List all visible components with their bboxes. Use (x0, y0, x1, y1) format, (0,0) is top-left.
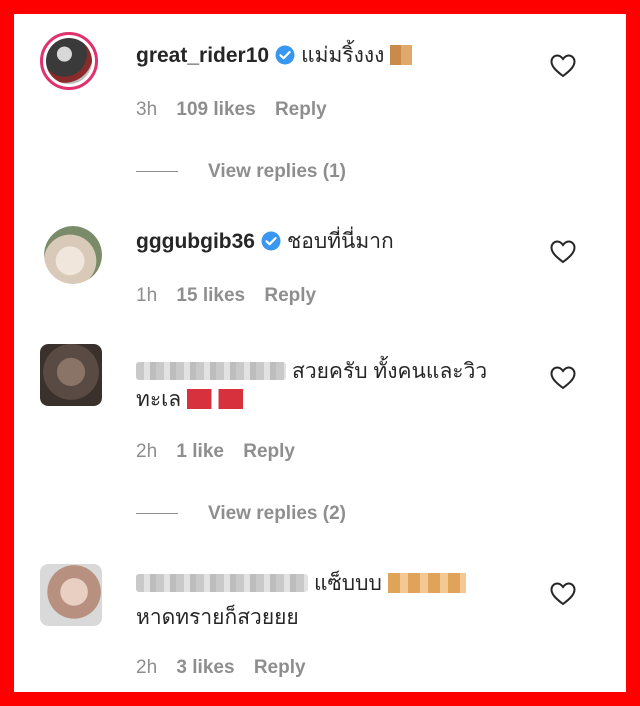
comments-panel: great_rider10 แม่มริ้งงง 3h 109 likes Rep… (14, 14, 626, 692)
avatar[interactable] (44, 226, 102, 284)
avatar[interactable] (40, 344, 102, 406)
comment-text: สวยครับ ทั้งคนและวิว (136, 358, 487, 386)
comment-text: แซ็บบบ (136, 570, 466, 598)
comment-body: ชอบที่นี่มาก (287, 230, 394, 253)
comment-text: gggubgib36 ชอบที่นี่มาก (136, 228, 394, 256)
reply-button[interactable]: Reply (243, 441, 295, 462)
heart-icon[interactable] (550, 54, 576, 78)
username[interactable]: gggubgib36 (136, 230, 255, 253)
username-blurred[interactable] (136, 362, 286, 380)
divider (136, 171, 178, 173)
comment-meta: 1h 15 likes Reply (136, 284, 330, 308)
timestamp: 1h (136, 285, 158, 306)
reply-button[interactable]: Reply (275, 99, 327, 120)
comment-meta: 3h 109 likes Reply (136, 98, 341, 122)
likes-count[interactable]: 109 likes (176, 99, 255, 120)
view-replies-label[interactable]: View replies (1) (208, 161, 346, 182)
verified-badge-icon (275, 45, 295, 65)
reply-button[interactable]: Reply (254, 657, 306, 678)
comment-body: แซ็บบบ (314, 572, 382, 595)
comment-text: great_rider10 แม่มริ้งงง (136, 42, 413, 70)
heart-icon[interactable] (550, 582, 576, 606)
comment-body: แม่มริ้งงง (301, 44, 385, 67)
verified-badge-icon (261, 231, 281, 251)
likes-count[interactable]: 1 like (176, 441, 224, 462)
avatar[interactable] (40, 564, 102, 626)
divider (136, 513, 178, 515)
username-blurred[interactable] (136, 574, 308, 592)
blurred-emoji (390, 45, 413, 65)
heart-icon[interactable] (550, 240, 576, 264)
timestamp: 2h (136, 657, 158, 678)
avatar[interactable] (40, 32, 98, 90)
comment-text-line2: หาดทรายก็สวยยย (136, 604, 299, 632)
comment-body: สวยครับ ทั้งคนและวิว (292, 360, 488, 383)
comment-text-line2: ทะเล (136, 386, 244, 414)
username[interactable]: great_rider10 (136, 44, 269, 67)
likes-count[interactable]: 3 likes (176, 657, 234, 678)
timestamp: 3h (136, 99, 158, 120)
heart-icon[interactable] (550, 366, 576, 390)
comment-body: ทะเล (136, 388, 182, 411)
comment-body: หาดทรายก็สวยยย (136, 606, 299, 629)
comment-meta: 2h 1 like Reply (136, 440, 309, 464)
blurred-emoji (387, 573, 466, 593)
timestamp: 2h (136, 441, 158, 462)
view-replies-button[interactable]: View replies (1) (136, 160, 346, 184)
blurred-emoji (187, 389, 244, 409)
likes-count[interactable]: 15 likes (176, 285, 245, 306)
comment-meta: 2h 3 likes Reply (136, 656, 320, 680)
view-replies-label[interactable]: View replies (2) (208, 503, 346, 524)
view-replies-button[interactable]: View replies (2) (136, 502, 346, 526)
reply-button[interactable]: Reply (264, 285, 316, 306)
